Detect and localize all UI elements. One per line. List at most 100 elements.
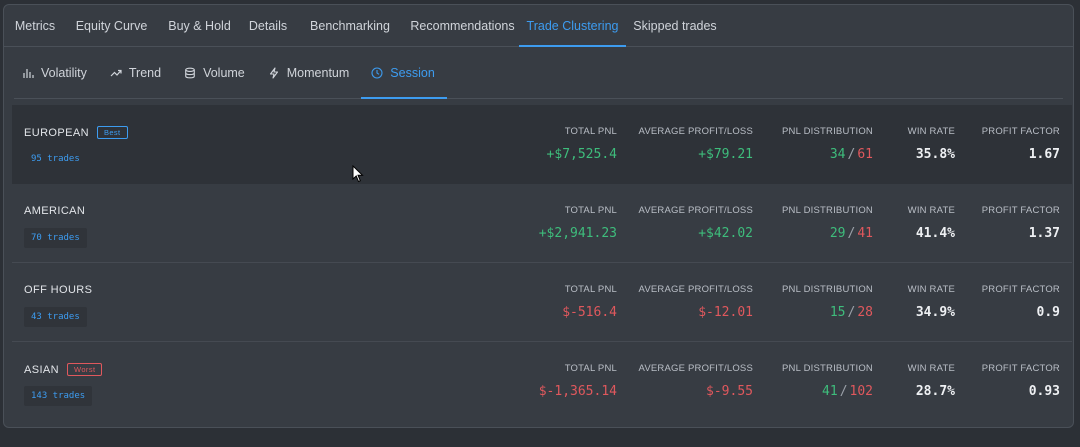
trade-count[interactable]: 143 trades (24, 386, 93, 406)
profit-factor: PROFIT FACTOR 0.9 (982, 284, 1060, 320)
total-pnl: TOTAL PNL +$7,525.4 (547, 126, 617, 162)
total-pnl: TOTAL PNL $-516.4 (562, 284, 617, 320)
win-rate-label: WIN RATE (907, 126, 955, 137)
session-row-american[interactable]: AMERICAN 70 trades TOTAL PNL +$2,941.23 A… (12, 184, 1072, 263)
subtab-volatility[interactable]: Volatility (22, 47, 87, 98)
trade-count[interactable]: 95 trades (24, 149, 87, 169)
profit-factor-label: PROFIT FACTOR (981, 126, 1060, 137)
avg-profit-loss: AVERAGE PROFIT/LOSS +$79.21 (639, 126, 753, 162)
win-rate: WIN RATE 28.7% (908, 363, 955, 399)
trade-count[interactable]: 43 trades (24, 307, 87, 327)
total-pnl: TOTAL PNL +$2,941.23 (539, 205, 617, 241)
avg-pl-value: +$42.02 (698, 226, 753, 241)
main-tab-bar: Metrics Equity Curve Buy & Hold Details … (4, 5, 1073, 47)
subtab-label: Volume (203, 65, 245, 80)
tab-buy-hold[interactable]: Buy & Hold (157, 5, 242, 46)
session-name-text: AMERICAN (24, 205, 86, 217)
tab-trade-clustering[interactable]: Trade Clustering (519, 5, 626, 47)
cluster-subtab-bar: Volatility Trend Volume Momentum Session (14, 47, 1063, 99)
losing-trades: 61 (857, 147, 873, 162)
trade-count[interactable]: 70 trades (24, 228, 87, 248)
subtab-label: Momentum (286, 65, 350, 80)
profit-factor: PROFIT FACTOR 1.67 (982, 126, 1060, 162)
profit-factor-label: PROFIT FACTOR (981, 205, 1060, 216)
bar-chart-icon (22, 67, 34, 79)
subtab-label: Session (390, 65, 435, 80)
mouse-pointer-icon (352, 165, 364, 183)
avg-pl-label: AVERAGE PROFIT/LOSS (638, 363, 753, 374)
avg-pl-value: $-12.01 (698, 305, 753, 320)
pnl-distribution: PNL DISTRIBUTION 41/102 (782, 363, 873, 399)
database-icon (184, 67, 196, 79)
pnl-dist-label: PNL DISTRIBUTION (782, 126, 873, 137)
total-pnl-label: TOTAL PNL (564, 363, 617, 374)
avg-profit-loss: AVERAGE PROFIT/LOSS +$42.02 (639, 205, 753, 241)
pnl-distribution: PNL DISTRIBUTION 34/61 (782, 126, 873, 162)
session-row-asian[interactable]: ASIAN Worst 143 trades TOTAL PNL $-1,365.1… (12, 342, 1072, 421)
results-panel: Metrics Equity Curve Buy & Hold Details … (3, 4, 1074, 428)
win-rate: WIN RATE 41.4% (908, 205, 955, 241)
session-name: EUROPEAN Best (24, 126, 128, 139)
win-rate: WIN RATE 34.9% (908, 284, 955, 320)
session-row-european[interactable]: EUROPEAN Best 95 trades TOTAL PNL +$7,525.… (12, 105, 1072, 184)
session-row-off-hours[interactable]: OFF HOURS 43 trades TOTAL PNL $-516.4 AVE… (12, 263, 1072, 342)
tab-benchmarking[interactable]: Benchmarking (294, 5, 406, 46)
avg-pl-value: +$79.21 (698, 147, 753, 162)
subtab-volume[interactable]: Volume (184, 47, 245, 98)
trend-up-icon (110, 67, 122, 79)
profit-factor-label: PROFIT FACTOR (981, 284, 1060, 295)
losing-trades: 28 (857, 305, 873, 320)
session-list: EUROPEAN Best 95 trades TOTAL PNL +$7,525.… (12, 105, 1072, 421)
tab-metrics[interactable]: Metrics (4, 5, 66, 46)
profit-factor-label: PROFIT FACTOR (981, 363, 1060, 374)
session-name-text: ASIAN (24, 364, 60, 376)
win-rate-value: 34.9% (915, 305, 955, 320)
profit-factor-value: 1.67 (1028, 147, 1060, 162)
profit-factor-value: 1.37 (1028, 226, 1060, 241)
total-pnl-label: TOTAL PNL (564, 284, 617, 295)
winning-trades: 34 (829, 147, 846, 162)
winning-trades: 15 (829, 305, 846, 320)
subtab-label: Volatility (41, 65, 87, 80)
tab-equity-curve[interactable]: Equity Curve (66, 5, 157, 46)
clock-icon (371, 66, 383, 79)
profit-factor: PROFIT FACTOR 1.37 (982, 205, 1060, 241)
lightning-icon (268, 66, 280, 79)
total-pnl-value: +$2,941.23 (538, 226, 617, 241)
profit-factor-value: 0.9 (1036, 305, 1060, 320)
subtab-session[interactable]: Session (361, 47, 448, 99)
total-pnl-label: TOTAL PNL (564, 126, 617, 137)
win-rate-label: WIN RATE (907, 205, 955, 216)
subtab-trend[interactable]: Trend (110, 47, 161, 98)
tab-details[interactable]: Details (242, 5, 294, 46)
total-pnl-value: $-516.4 (562, 305, 617, 320)
avg-pl-label: AVERAGE PROFIT/LOSS (638, 126, 753, 137)
session-name: OFF HOURS (24, 284, 92, 296)
win-rate: WIN RATE 35.8% (908, 126, 955, 162)
total-pnl: TOTAL PNL $-1,365.14 (539, 363, 617, 399)
win-rate-value: 41.4% (915, 226, 955, 241)
profit-factor: PROFIT FACTOR 0.93 (982, 363, 1060, 399)
win-rate-value: 35.8% (915, 147, 955, 162)
session-name: AMERICAN (24, 205, 85, 217)
pnl-dist-label: PNL DISTRIBUTION (782, 363, 873, 374)
total-pnl-value: $-1,365.14 (538, 384, 617, 399)
subtab-momentum[interactable]: Momentum (268, 47, 350, 98)
tab-skipped-trades[interactable]: Skipped trades (626, 5, 724, 46)
session-name-text: OFF HOURS (24, 284, 93, 296)
session-name-text: EUROPEAN (24, 127, 89, 139)
best-badge: Best (96, 126, 128, 139)
total-pnl-label: TOTAL PNL (564, 205, 617, 216)
pnl-distribution: PNL DISTRIBUTION 15/28 (782, 284, 873, 320)
win-rate-label: WIN RATE (907, 284, 955, 295)
profit-factor-value: 0.93 (1028, 384, 1060, 399)
avg-profit-loss: AVERAGE PROFIT/LOSS $-9.55 (639, 363, 753, 399)
losing-trades: 41 (857, 226, 873, 241)
tab-recommendations[interactable]: Recommendations (406, 5, 519, 46)
win-rate-label: WIN RATE (907, 363, 955, 374)
pnl-dist-label: PNL DISTRIBUTION (782, 284, 873, 295)
avg-pl-value: $-9.55 (706, 384, 753, 399)
worst-badge: Worst (67, 363, 103, 376)
pnl-distribution: PNL DISTRIBUTION 29/41 (782, 205, 873, 241)
avg-pl-label: AVERAGE PROFIT/LOSS (638, 205, 753, 216)
